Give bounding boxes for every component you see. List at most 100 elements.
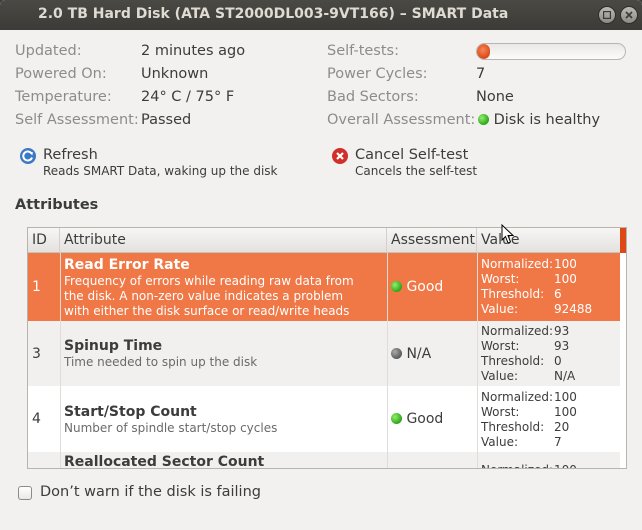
worst-value: 93 bbox=[554, 339, 570, 353]
table-header: ID Attribute Assessment Value bbox=[28, 228, 626, 253]
refresh-description: Reads SMART Data, waking up the disk bbox=[43, 164, 278, 178]
self-test-progress-bar bbox=[476, 43, 626, 60]
self-tests-label: Self-tests: bbox=[327, 43, 399, 59]
row-values: Normalized:100 Worst: 100 Threshold: 20 Va… bbox=[481, 390, 577, 450]
worst-value: 100 bbox=[554, 405, 577, 419]
column-header-id[interactable]: ID bbox=[28, 228, 60, 253]
power-cycles-label: Power Cycles: bbox=[327, 66, 428, 82]
worst-value: 100 bbox=[554, 272, 577, 286]
refresh-icon bbox=[20, 148, 36, 164]
dont-warn-checkbox[interactable] bbox=[18, 486, 32, 500]
column-divider bbox=[60, 253, 61, 468]
worst-key: Worst: bbox=[481, 339, 520, 353]
overall-assessment-value: Disk is healthy bbox=[478, 112, 600, 128]
column-divider bbox=[477, 253, 478, 468]
titlebar[interactable]: 2.0 TB Hard Disk (ATA ST2000DL003-9VT166… bbox=[0, 0, 642, 30]
normalized-value: 100 bbox=[554, 390, 577, 404]
overall-assessment-label: Overall Assessment: bbox=[327, 112, 476, 128]
row-assessment: Good bbox=[391, 279, 443, 295]
threshold-value: 6 bbox=[554, 287, 562, 301]
close-icon bbox=[625, 11, 633, 19]
mouse-cursor-icon bbox=[501, 224, 514, 244]
raw-value: 7 bbox=[554, 435, 562, 449]
row-id: 1 bbox=[32, 279, 41, 295]
overall-assessment-text: Disk is healthy bbox=[493, 112, 601, 128]
maximize-button[interactable] bbox=[598, 6, 616, 24]
raw-value: N/A bbox=[554, 369, 576, 383]
refresh-button[interactable]: Refresh Reads SMART Data, waking up the … bbox=[19, 147, 279, 181]
row-assessment: N/A bbox=[391, 346, 431, 362]
power-cycles-value: 7 bbox=[476, 66, 486, 82]
good-status-icon bbox=[391, 281, 402, 292]
value-key: Value: bbox=[481, 302, 518, 316]
worst-key: Worst: bbox=[481, 272, 520, 286]
cancel-self-test-description: Cancels the self-test bbox=[355, 164, 478, 178]
refresh-label: Refresh bbox=[43, 147, 98, 163]
maximize-icon bbox=[603, 11, 611, 19]
row-assessment-text: Good bbox=[406, 279, 444, 295]
column-divider bbox=[387, 253, 388, 468]
value-key: Value: bbox=[481, 435, 518, 449]
row-values: Normalized:100 bbox=[481, 463, 577, 468]
row-id: 3 bbox=[32, 346, 41, 362]
column-header-value[interactable]: Value bbox=[477, 228, 620, 253]
smart-data-window: 2.0 TB Hard Disk (ATA ST2000DL003-9VT166… bbox=[0, 0, 642, 530]
normalized-key: Normalized: bbox=[481, 257, 554, 271]
value-key: Value: bbox=[481, 369, 518, 383]
temperature-value: 24° C / 75° F bbox=[141, 89, 235, 105]
unknown-status-icon bbox=[391, 348, 402, 359]
healthy-status-icon bbox=[478, 114, 489, 125]
threshold-value: 0 bbox=[554, 354, 562, 368]
scrollbar[interactable] bbox=[620, 228, 626, 253]
threshold-key: Threshold: bbox=[481, 287, 545, 301]
normalized-value: 100 bbox=[554, 257, 577, 271]
attributes-table[interactable]: ID Attribute Assessment Value 1 Read Err… bbox=[27, 227, 627, 469]
attributes-heading: Attributes bbox=[15, 197, 99, 213]
self-test-progress-fill bbox=[477, 44, 491, 59]
self-assessment-label: Self Assessment: bbox=[15, 112, 139, 128]
table-row[interactable]: 4 Start/Stop Count Number of spindle sta… bbox=[28, 386, 620, 452]
table-row[interactable]: 1 Read Error Rate Frequency of errors wh… bbox=[28, 253, 620, 321]
powered-on-label: Powered On: bbox=[15, 66, 107, 82]
threshold-value: 20 bbox=[554, 420, 570, 434]
temperature-label: Temperature: bbox=[15, 89, 112, 105]
bad-sectors-label: Bad Sectors: bbox=[327, 89, 419, 105]
row-assessment-text: N/A bbox=[406, 346, 432, 362]
threshold-key: Threshold: bbox=[481, 420, 545, 434]
row-assessment-text: Good bbox=[406, 411, 444, 427]
row-assessment: Good bbox=[391, 411, 443, 427]
cancel-self-test-label: Cancel Self-test bbox=[355, 147, 469, 163]
normalized-value: 93 bbox=[554, 324, 570, 338]
updated-label: Updated: bbox=[15, 43, 82, 59]
raw-value: 92488 bbox=[554, 302, 593, 316]
dont-warn-label[interactable]: Don’t warn if the disk is failing bbox=[40, 484, 261, 500]
row-values: Normalized:100 Worst: 100 Threshold: 6 Val… bbox=[481, 257, 592, 317]
row-attribute-description: Time needed to spin up the disk bbox=[64, 355, 258, 369]
row-id: 4 bbox=[32, 411, 41, 427]
normalized-key: Normalized: bbox=[481, 390, 554, 404]
cancel-self-test-button[interactable]: Cancel Self-test Cancels the self-test bbox=[331, 147, 531, 181]
close-button[interactable] bbox=[620, 6, 638, 24]
window-title: 2.0 TB Hard Disk (ATA ST2000DL003-9VT166… bbox=[38, 6, 509, 22]
good-status-icon bbox=[391, 413, 402, 424]
row-values: Normalized:93 Worst: 93 Threshold: 0 Value… bbox=[481, 324, 575, 384]
column-header-attribute[interactable]: Attribute bbox=[60, 228, 387, 253]
table-row[interactable]: Reallocated Sector Count Normalized:100 bbox=[28, 452, 620, 469]
normalized-value: 100 bbox=[554, 463, 577, 468]
self-assessment-value: Passed bbox=[141, 112, 192, 128]
normalized-key: Normalized: bbox=[481, 324, 554, 338]
column-header-assessment[interactable]: Assessment bbox=[387, 228, 477, 253]
row-attribute-description: Number of spindle start/stop cycles bbox=[64, 421, 278, 435]
threshold-key: Threshold: bbox=[481, 354, 545, 368]
row-attribute-name: Spinup Time bbox=[64, 338, 163, 354]
table-row[interactable]: 3 Spinup Time Time needed to spin up the… bbox=[28, 321, 620, 386]
normalized-key: Normalized: bbox=[481, 463, 554, 468]
row-attribute-name: Read Error Rate bbox=[64, 257, 190, 273]
row-attribute-description: Frequency of errors while reading raw da… bbox=[64, 274, 354, 318]
worst-key: Worst: bbox=[481, 405, 520, 419]
row-attribute-name: Reallocated Sector Count bbox=[64, 454, 265, 469]
powered-on-value: Unknown bbox=[141, 66, 209, 82]
cancel-icon bbox=[332, 148, 348, 164]
bad-sectors-value: None bbox=[476, 89, 514, 105]
updated-value: 2 minutes ago bbox=[141, 43, 246, 59]
